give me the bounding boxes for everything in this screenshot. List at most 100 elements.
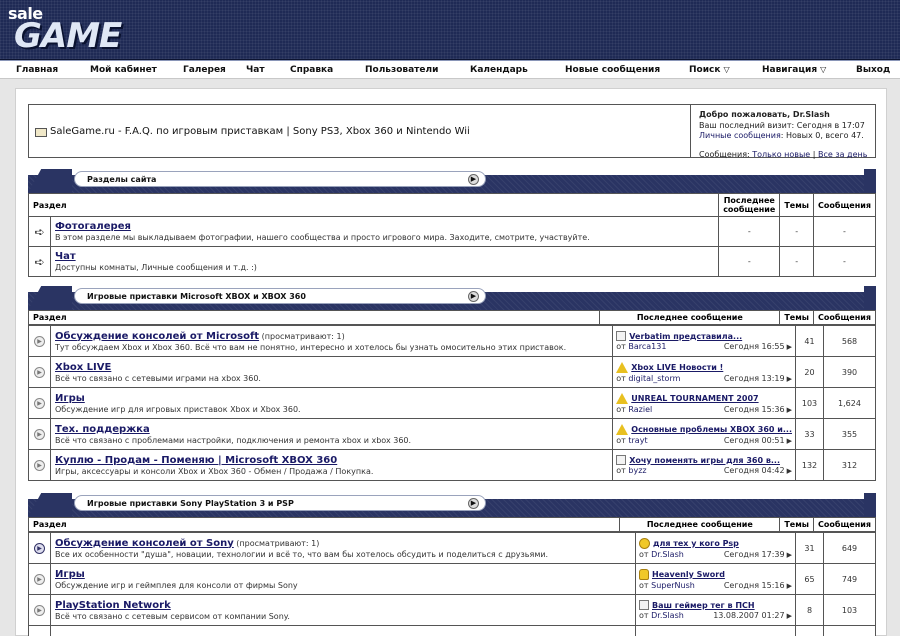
last-post-title-link[interactable]: Verbatim представила...	[629, 332, 742, 341]
nav-chat[interactable]: Чат	[246, 65, 265, 75]
category-xbox: Игровые приставки Microsoft XBOX и XBOX …	[27, 286, 876, 481]
collapse-icon[interactable]: ▶	[468, 291, 479, 302]
forum-description: Обсуждение игр и геймплея для консоли от…	[55, 580, 298, 590]
last-post-title-link[interactable]: Ваш геймер тег в ПСН	[652, 601, 755, 610]
post-icon	[639, 600, 649, 610]
last-post-title-link[interactable]: Хочу поменять игры для 360 в...	[629, 456, 780, 465]
private-messages-count: : Новых 0, всего 47.	[780, 131, 864, 140]
forum-row: ▶ Обсуждение консолей от Microsoft (просм…	[28, 325, 876, 357]
collapse-icon[interactable]: ▶	[468, 174, 479, 185]
forum-info: Xbox LIVE Всё что связано с сетевыми игра…	[49, 356, 614, 388]
forum-table: Раздел Последнее сообщение Темы Сообщени…	[27, 310, 876, 325]
last-post-time: 13.08.2007 01:27	[713, 611, 785, 620]
last-post-author-link[interactable]: trayt	[628, 436, 647, 445]
nav-help[interactable]: Справка	[290, 65, 333, 75]
forum-status-icon: ▶	[34, 542, 45, 554]
forum-icon-cell: ▶	[28, 325, 51, 357]
nav-users[interactable]: Пользователи	[365, 65, 438, 75]
last-post-author-link[interactable]: digital_storm	[628, 374, 680, 383]
last-post-author-link[interactable]: SuperNush	[651, 581, 695, 590]
nav-logout[interactable]: Выход	[856, 65, 890, 75]
forum-row: ➪ Фотогалерея В этом разделе мы выкладыв…	[28, 216, 876, 247]
forum-rows: ▶ Обсуждение консолей от Microsoft (просм…	[28, 325, 876, 481]
thread-count: 20	[795, 356, 824, 388]
collapse-icon[interactable]: ▶	[468, 498, 479, 509]
go-to-post-icon[interactable]: ▶	[787, 343, 792, 351]
nav-search[interactable]: Поиск ▽	[689, 65, 730, 75]
forum-title-link[interactable]: Фотогалерея	[55, 221, 131, 232]
forum-title-link[interactable]: Игры	[55, 393, 85, 404]
last-post-author-link[interactable]: Barca131	[628, 342, 666, 351]
site-logo[interactable]: sale GAME	[8, 4, 122, 56]
forum-status-icon: ▶	[34, 366, 45, 378]
forum-title-link[interactable]: PlayStation Network	[55, 600, 171, 611]
by-label: от	[616, 373, 629, 383]
last-post-title-link[interactable]: Heavenly Sword	[652, 570, 725, 579]
last-post-title-link[interactable]: Xbox LIVE Новости !	[631, 363, 723, 372]
forum-info: Игры Обсуждение игр и геймплея для консол…	[50, 563, 636, 595]
go-to-post-icon[interactable]: ▶	[787, 467, 792, 475]
category-bar-end	[864, 169, 876, 193]
category-site-sections: Разделы сайта ▶ Раздел Последнее сообщени…	[27, 169, 876, 277]
forum-description: В этом разделе мы выкладываем фотографии…	[55, 233, 590, 242]
forum-info: Обсуждение консолей от Microsoft (просма…	[49, 325, 614, 357]
forum-title-link[interactable]: Xbox LIVE	[55, 362, 111, 373]
nav-new-posts[interactable]: Новые сообщения	[565, 65, 660, 75]
last-post-author-link[interactable]: Dr.Slash	[651, 550, 684, 559]
forum-title-link[interactable]: Игры	[55, 569, 85, 580]
forum-title-link[interactable]: Тех. поддержка	[55, 424, 150, 435]
forum-info: Куплю - Продам - Поменяю | Microsoft XBO…	[49, 449, 614, 481]
forum-icon-cell: ➪	[28, 246, 51, 277]
forum-info: Чат Доступны комнаты, Личные сообщения и…	[49, 246, 720, 277]
nav-my-cabinet[interactable]: Мой кабинет	[90, 65, 157, 75]
post-icon	[616, 455, 627, 465]
thread-count: -	[779, 216, 814, 247]
go-to-post-icon[interactable]: ▶	[787, 406, 792, 414]
messages-label: Сообщения:	[699, 149, 753, 159]
category-title[interactable]: Игровые приставки Sony PlayStation 3 и P…	[74, 495, 486, 511]
forum-title-link[interactable]: Куплю - Продам - Поменяю | Microsoft XBO…	[55, 455, 337, 466]
viewing-count: (просматривают: 1)	[261, 331, 345, 341]
forum-status-icon: ▶	[34, 604, 45, 616]
nav-gallery[interactable]: Галерея	[183, 65, 226, 75]
category-title[interactable]: Разделы сайта ▶	[74, 171, 486, 187]
all-day-link[interactable]: Все за день	[818, 150, 867, 159]
col-forum: Раздел	[27, 193, 720, 217]
new-only-link[interactable]: Только новые	[752, 150, 810, 159]
forum-title-link[interactable]: Чат	[55, 251, 76, 262]
go-to-post-icon[interactable]: ▶	[787, 375, 792, 383]
last-post-title-link[interactable]: для тех у кого Psp	[653, 539, 739, 548]
last-post-author-link[interactable]: Raziel	[628, 405, 652, 414]
last-post: -	[718, 246, 781, 277]
category-bar-end	[864, 493, 876, 517]
go-to-post-icon[interactable]: ▶	[787, 612, 792, 620]
nav-navigation[interactable]: Навигация ▽	[762, 65, 826, 75]
go-to-post-icon[interactable]: ▶	[787, 437, 792, 445]
welcome-greeting: Добро пожаловать, Dr.Slash	[699, 110, 830, 119]
top-navigation: Главная Мой кабинет Галерея Чат Справка …	[0, 60, 900, 79]
category-header: Игровые приставки Microsoft XBOX и XBOX …	[28, 286, 876, 310]
last-post-author-link[interactable]: Dr.Slash	[651, 611, 684, 620]
last-post: UNREAL TOURNAMENT 2007 от Raziel Сегодня 1…	[612, 387, 796, 419]
go-to-post-icon[interactable]: ▶	[787, 551, 792, 559]
last-post-author-link[interactable]: byzz	[628, 466, 646, 475]
by-label: от	[639, 580, 652, 590]
category-title[interactable]: Игровые приставки Microsoft XBOX и XBOX …	[74, 288, 486, 304]
go-to-post-icon[interactable]: ▶	[787, 582, 792, 590]
category-title-text: Игровые приставки Sony PlayStation 3 и P…	[87, 498, 294, 508]
private-messages-link[interactable]: Личные сообщения	[699, 131, 781, 140]
nav-home[interactable]: Главная	[16, 65, 58, 75]
nav-calendar[interactable]: Календарь	[470, 65, 528, 75]
chevron-down-icon: ▽	[723, 65, 730, 74]
forum-icon-cell: ▶	[28, 418, 51, 450]
post-count: -	[813, 216, 876, 247]
forum-icon-cell: ▶	[28, 449, 51, 481]
forum-title-link[interactable]: Обсуждение консолей от Microsoft	[55, 331, 259, 342]
last-post-time: Сегодня 15:36	[723, 404, 785, 414]
last-post-title-link[interactable]: Основные проблемы XBOX 360 и...	[631, 425, 792, 434]
forum-description: Всё что связано с сетевыми играми на xbo…	[55, 373, 261, 383]
by-label: от	[616, 404, 629, 414]
last-post-title-link[interactable]: UNREAL TOURNAMENT 2007	[631, 394, 758, 403]
forum-title-link[interactable]: Обсуждение консолей от Sony	[55, 538, 234, 549]
thread-count: 103	[795, 387, 824, 419]
